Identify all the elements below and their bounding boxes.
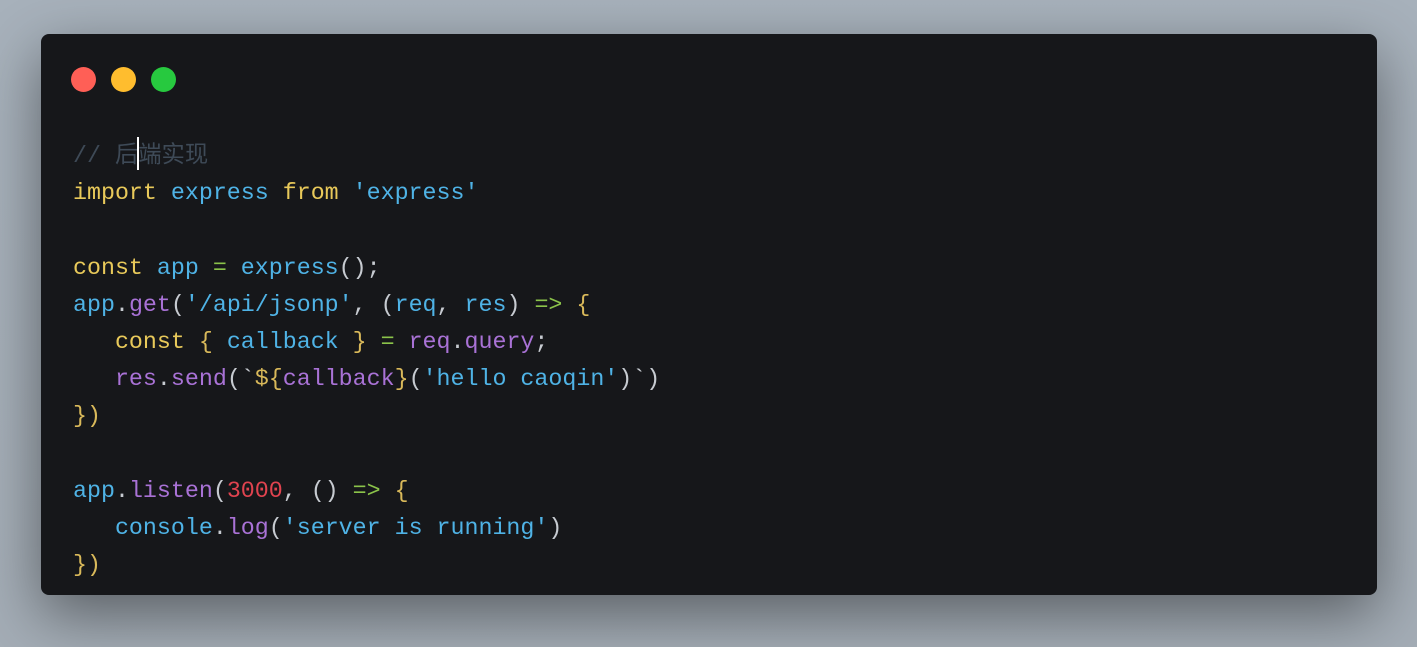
code-token-func: callback bbox=[282, 366, 395, 393]
code-token-ident: callback bbox=[226, 328, 339, 355]
code-token-punct: ( bbox=[212, 477, 227, 504]
code-token-punct bbox=[339, 329, 353, 355]
code-token-brace: } bbox=[352, 328, 367, 355]
code-token-brace: } bbox=[394, 366, 409, 393]
code-token-punct: . bbox=[450, 328, 465, 355]
code-token-punct bbox=[185, 329, 199, 355]
code-token-punct bbox=[395, 329, 409, 355]
close-button[interactable] bbox=[71, 67, 96, 92]
code-token-punct: ( bbox=[408, 366, 423, 393]
code-token-punct bbox=[143, 255, 157, 281]
code-token-ident: res bbox=[464, 291, 507, 318]
code-token-ident: express bbox=[170, 180, 269, 207]
code-token-punct: . bbox=[156, 366, 171, 393]
code-token-func: get bbox=[128, 291, 171, 318]
code-token-string: 'hello caoqin' bbox=[422, 366, 619, 393]
code-token-string: 'server is running' bbox=[282, 514, 549, 541]
code-token-punct bbox=[199, 255, 213, 281]
minimize-button[interactable] bbox=[111, 67, 136, 92]
code-token-brace: { bbox=[576, 291, 591, 318]
code-token-brace: { bbox=[394, 477, 409, 504]
code-line: app.get('/api/jsonp', (req, res) => { bbox=[73, 287, 660, 324]
code-token-keyword: const bbox=[114, 328, 185, 355]
code-token-punct bbox=[73, 329, 115, 355]
code-token-punct: ( bbox=[268, 514, 283, 541]
code-token-punct: , ( bbox=[352, 291, 395, 318]
window-controls bbox=[71, 67, 176, 92]
code-token-string: '/api/jsonp' bbox=[184, 291, 353, 318]
code-line: const app = express(); bbox=[73, 250, 660, 287]
code-token-ident: app bbox=[156, 254, 199, 281]
code-token-func: log bbox=[226, 514, 269, 541]
code-token-punct: )`) bbox=[618, 366, 661, 393]
code-token-keyword: const bbox=[73, 254, 143, 281]
code-line: // 后端实现 bbox=[73, 137, 660, 175]
code-token-ident: console bbox=[114, 514, 213, 541]
code-token-punct: ( bbox=[170, 291, 185, 318]
code-token-punct bbox=[339, 180, 353, 206]
code-line: console.log('server is running') bbox=[73, 510, 660, 547]
code-window: // 后端实现 import express from 'express' cons… bbox=[41, 34, 1377, 595]
code-token-comment: 端实现 bbox=[138, 143, 209, 169]
code-line: const { callback } = req.query; bbox=[73, 324, 660, 361]
code-token-punct: (` bbox=[226, 366, 255, 393]
code-token-brace: ${ bbox=[254, 366, 283, 393]
code-token-func: send bbox=[170, 366, 227, 393]
code-token-punct bbox=[213, 329, 227, 355]
code-line: res.send(`${callback}('hello caoqin')`) bbox=[73, 361, 660, 398]
code-token-operator: => bbox=[534, 291, 563, 318]
code-token-punct: ; bbox=[534, 328, 549, 355]
code-token-punct: (); bbox=[338, 254, 381, 281]
code-token-operator: => bbox=[352, 477, 381, 504]
code-line: import express from 'express' bbox=[73, 175, 660, 212]
code-token-ident: app bbox=[73, 477, 115, 504]
code-token-punct bbox=[381, 478, 395, 504]
code-editor[interactable]: // 后端实现 import express from 'express' cons… bbox=[73, 137, 660, 584]
code-token-number: 3000 bbox=[226, 477, 283, 504]
code-token-keyword: import bbox=[73, 180, 157, 207]
code-token-punct bbox=[269, 180, 283, 206]
text-cursor bbox=[137, 137, 140, 171]
code-token-func: listen bbox=[128, 477, 213, 504]
code-token-punct bbox=[367, 329, 381, 355]
code-line: }) bbox=[73, 398, 660, 435]
code-token-string: 'express' bbox=[352, 180, 479, 207]
code-token-func: req bbox=[408, 328, 451, 355]
code-token-punct: . bbox=[212, 514, 227, 541]
code-line: }) bbox=[73, 547, 660, 584]
code-token-punct: ) bbox=[506, 291, 535, 318]
code-token-ident: express bbox=[240, 254, 339, 281]
code-token-punct: ) bbox=[548, 514, 563, 541]
code-token-punct: . bbox=[114, 477, 129, 504]
code-token-punct bbox=[157, 180, 171, 206]
code-token-ident: app bbox=[73, 291, 115, 318]
code-token-punct: . bbox=[114, 291, 129, 318]
code-token-punct: , bbox=[436, 291, 465, 318]
code-token-func: query bbox=[464, 328, 535, 355]
code-token-func: res bbox=[114, 366, 157, 393]
code-token-punct bbox=[73, 366, 115, 392]
code-token-punct bbox=[227, 255, 241, 281]
code-token-brace: }) bbox=[73, 552, 101, 579]
code-token-brace: { bbox=[198, 328, 213, 355]
maximize-button[interactable] bbox=[151, 67, 176, 92]
code-token-ident: req bbox=[394, 291, 437, 318]
code-token-punct bbox=[562, 292, 576, 318]
code-token-operator: = bbox=[212, 254, 227, 281]
code-token-operator: = bbox=[380, 328, 395, 355]
code-token-comment: // 后 bbox=[73, 143, 139, 169]
code-token-punct: , () bbox=[282, 477, 353, 504]
code-token-brace: }) bbox=[73, 403, 101, 430]
code-line: app.listen(3000, () => { bbox=[73, 473, 660, 510]
code-token-keyword: from bbox=[282, 180, 339, 207]
code-token-punct bbox=[73, 515, 115, 541]
